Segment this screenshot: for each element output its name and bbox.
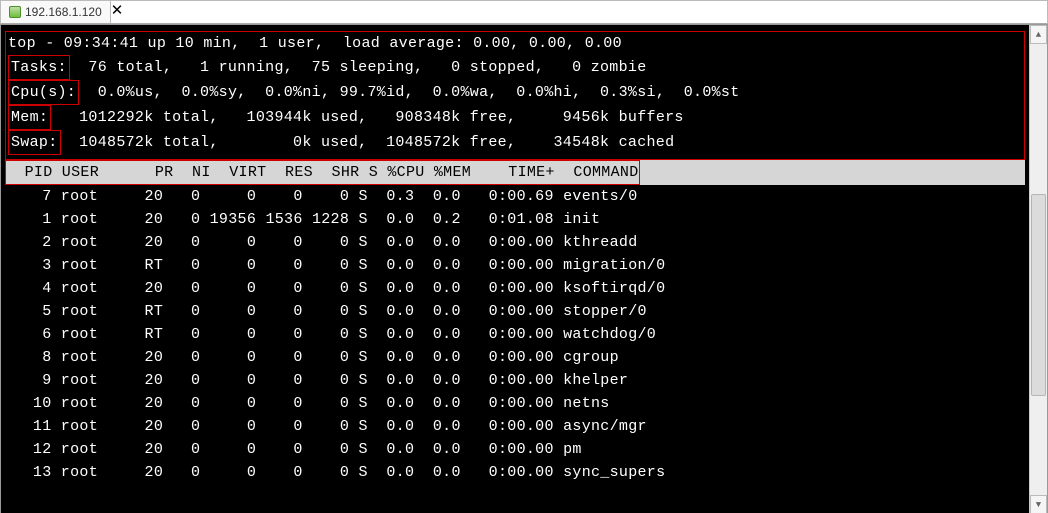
uptime-line: top - 09:34:41 up 10 min, 1 user, load a…: [8, 32, 1022, 55]
swap-label: Swap:: [8, 130, 61, 155]
process-row: 9 root 20 0 0 0 0 S 0.0 0.0 0:00.00 khel…: [5, 369, 1025, 392]
cpu-values: 0.0%us, 0.0%sy, 0.0%ni, 99.7%id, 0.0%wa,…: [79, 84, 739, 101]
process-row: 3 root RT 0 0 0 0 S 0.0 0.0 0:00.00 migr…: [5, 254, 1025, 277]
process-row: 13 root 20 0 0 0 0 S 0.0 0.0 0:00.00 syn…: [5, 461, 1025, 484]
process-header-highlight: PID USER PR NI VIRT RES SHR S %CPU %MEM …: [5, 160, 640, 185]
swap-values: 1048572k total, 0k used, 1048572k free, …: [61, 134, 675, 151]
process-row: 5 root RT 0 0 0 0 S 0.0 0.0 0:00.00 stop…: [5, 300, 1025, 323]
process-row: 6 root RT 0 0 0 0 S 0.0 0.0 0:00.00 watc…: [5, 323, 1025, 346]
vertical-scrollbar[interactable]: ▲ ▼: [1029, 25, 1047, 513]
terminal-output[interactable]: top - 09:34:41 up 10 min, 1 user, load a…: [1, 25, 1029, 513]
process-header-row: PID USER PR NI VIRT RES SHR S %CPU %MEM …: [5, 160, 1025, 185]
connection-status-icon: [9, 6, 21, 18]
scroll-down-button[interactable]: ▼: [1030, 495, 1047, 513]
scroll-up-button[interactable]: ▲: [1030, 25, 1047, 44]
tasks-values: 76 total, 1 running, 75 sleeping, 0 stop…: [70, 59, 647, 76]
process-row: 2 root 20 0 0 0 0 S 0.0 0.0 0:00.00 kthr…: [5, 231, 1025, 254]
tab-title: 192.168.1.120: [25, 5, 102, 19]
process-row: 11 root 20 0 0 0 0 S 0.0 0.0 0:00.00 asy…: [5, 415, 1025, 438]
mem-values: 1012292k total, 103944k used, 908348k fr…: [51, 109, 684, 126]
tab-bar: 192.168.1.120 ✕: [0, 0, 1048, 24]
mem-label: Mem:: [8, 105, 51, 130]
process-row: 7 root 20 0 0 0 0 S 0.3 0.0 0:00.69 even…: [5, 185, 1025, 208]
scroll-track[interactable]: [1030, 44, 1047, 495]
top-summary-box: top - 09:34:41 up 10 min, 1 user, load a…: [5, 31, 1025, 160]
process-row: 10 root 20 0 0 0 0 S 0.0 0.0 0:00.00 net…: [5, 392, 1025, 415]
terminal-window: top - 09:34:41 up 10 min, 1 user, load a…: [0, 24, 1048, 513]
process-row: 4 root 20 0 0 0 0 S 0.0 0.0 0:00.00 ksof…: [5, 277, 1025, 300]
close-tab-button[interactable]: ✕: [111, 1, 124, 23]
process-row: 8 root 20 0 0 0 0 S 0.0 0.0 0:00.00 cgro…: [5, 346, 1025, 369]
tasks-label: Tasks:: [8, 55, 70, 80]
cpu-label: Cpu(s):: [8, 80, 79, 105]
scroll-thumb[interactable]: [1031, 194, 1046, 396]
session-tab[interactable]: 192.168.1.120: [1, 1, 111, 23]
process-row: 1 root 20 0 19356 1536 1228 S 0.0 0.2 0:…: [5, 208, 1025, 231]
process-row: 12 root 20 0 0 0 0 S 0.0 0.0 0:00.00 pm: [5, 438, 1025, 461]
